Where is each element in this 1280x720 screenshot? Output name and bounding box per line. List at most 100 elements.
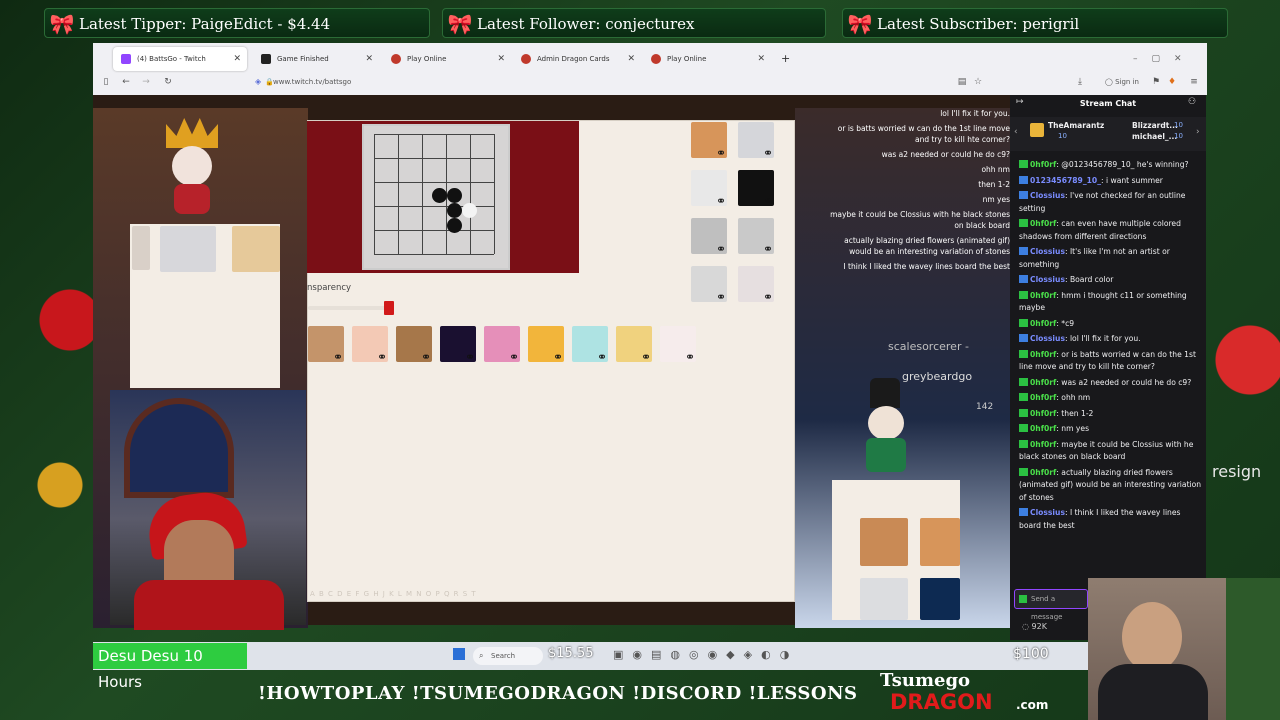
tab-play-online-2[interactable]: Play Online ✕ — [643, 47, 765, 71]
chat-username[interactable]: 0hf0rf — [1030, 350, 1056, 359]
new-tab-button[interactable]: + — [775, 47, 795, 71]
stone-swatch[interactable]: ⚭ — [738, 122, 774, 160]
stone-swatch[interactable]: ⚭ — [691, 122, 727, 160]
download-icon[interactable]: ⤓ — [1073, 73, 1087, 91]
tab-label: Admin Dragon Cards — [537, 55, 610, 63]
link-icon: ⚭ — [715, 290, 726, 304]
chat-username[interactable]: 0hf0rf — [1030, 440, 1056, 449]
texture-swatch[interactable]: ⚭ — [616, 326, 652, 364]
board-gridline — [374, 182, 494, 183]
texture-swatch[interactable]: ⚭ — [572, 326, 608, 364]
chat-username[interactable]: 0hf0rf — [1030, 468, 1056, 477]
link-icon: ⚭ — [332, 350, 343, 364]
link-icon: ⚭ — [596, 350, 607, 364]
chat-username[interactable]: Clossius — [1030, 275, 1065, 284]
chat-text: : ohh nm — [1056, 393, 1091, 402]
texture-swatch[interactable]: ⚭ — [440, 326, 476, 364]
account-icon: ◯ — [1105, 78, 1116, 86]
streamer-webcam — [110, 390, 306, 630]
chat-message: 0hf0rf: was a2 needed or could he do c9? — [1019, 377, 1203, 390]
chat-username[interactable]: Clossius — [1030, 247, 1065, 256]
sign-in-button[interactable]: ◯ Sign in — [1097, 73, 1147, 91]
taskbar-apps[interactable]: ▣◉▤◍◎◉◆◈◐◑ — [613, 648, 853, 662]
forward-icon[interactable]: → — [139, 73, 153, 91]
chat-message-list: 0hf0rf: @0123456789_10_ he's winning? 012… — [1019, 159, 1203, 535]
bookmark-star-icon[interactable]: ☆ — [971, 73, 985, 91]
board-gridline — [374, 134, 494, 135]
window-controls[interactable]: –▢✕ — [1133, 47, 1203, 71]
taskbar-search[interactable]: ⌕ Search — [473, 647, 543, 665]
reader-icon[interactable]: ▤ — [955, 73, 969, 91]
back-icon[interactable]: ← — [119, 73, 133, 91]
extensions-icon[interactable]: ⚑ — [1149, 73, 1163, 91]
chat-username[interactable]: Clossius — [1030, 334, 1065, 343]
link-icon: ⚭ — [762, 290, 773, 304]
chat-username[interactable]: 0hf0rf — [1030, 393, 1056, 402]
tab-admin-dragon-cards[interactable]: Admin Dragon Cards ✕ — [513, 47, 635, 71]
chat-message: Clossius: I've not checked for an outlin… — [1019, 190, 1203, 215]
chat-username[interactable]: 0hf0rf — [1030, 219, 1056, 228]
stone-swatch[interactable]: ⚭ — [691, 266, 727, 304]
overlay-chat-line: nm yes — [982, 195, 1010, 204]
link-icon: ⚭ — [464, 350, 475, 364]
board-gridline — [494, 134, 495, 254]
chat-username[interactable]: 0123456789_10_ — [1030, 176, 1101, 185]
tab-battsgo-twitch[interactable]: (4) BattsGo - Twitch ✕ — [113, 47, 247, 71]
users-icon[interactable]: ⚇ — [1188, 97, 1196, 107]
resign-label: resign — [1212, 462, 1262, 481]
chat-username[interactable]: 0hf0rf — [1030, 409, 1056, 418]
bow-icon: 🎀 — [447, 12, 473, 36]
chat-input[interactable]: Send a message — [1014, 589, 1088, 621]
stone-swatch[interactable]: ⚭ — [691, 218, 727, 256]
stone-swatch[interactable]: ⚭ — [738, 170, 774, 208]
chevron-right-icon[interactable]: › — [1196, 127, 1200, 137]
chat-message: Clossius: lol I'll fix it for you. — [1019, 333, 1203, 346]
tab-game-finished[interactable]: Game Finished ✕ — [253, 47, 373, 71]
stone-swatch[interactable]: ⚭ — [691, 170, 727, 208]
tab-play-online[interactable]: Play Online ✕ — [383, 47, 505, 71]
overlay-chat-line: maybe it could be Clossius with he black… — [830, 210, 1010, 230]
chevron-left-icon[interactable]: ‹ — [1014, 127, 1018, 137]
chat-badge-icon — [1019, 160, 1028, 168]
chat-message: 0hf0rf: ohh nm — [1019, 392, 1203, 405]
top-gifters-bar: ‹ TheAmarantz 10 Blizzardt... 10 michael… — [1010, 117, 1206, 151]
sidebar-icon[interactable]: ▯ — [99, 73, 113, 91]
texture-swatch[interactable]: ⚭ — [484, 326, 520, 364]
texture-swatch[interactable]: ⚭ — [660, 326, 696, 364]
chat-input-placeholder: Send a message — [1031, 595, 1063, 621]
black-stone — [447, 218, 462, 233]
menu-icon[interactable]: ≡ — [1187, 73, 1201, 91]
chat-username[interactable]: 0hf0rf — [1030, 160, 1056, 169]
close-icon[interactable]: ✕ — [497, 47, 505, 71]
chat-username[interactable]: Clossius — [1030, 191, 1065, 200]
transparency-slider-track[interactable] — [308, 306, 388, 310]
sign-in-label: Sign in — [1115, 78, 1139, 86]
stone-swatch[interactable]: ⚭ — [738, 266, 774, 304]
texture-swatch[interactable]: ⚭ — [396, 326, 432, 364]
tab-label: Game Finished — [277, 55, 329, 63]
chat-username[interactable]: Clossius — [1030, 508, 1065, 517]
texture-swatch[interactable]: ⚭ — [308, 326, 344, 364]
goal-bar: Desu Desu 10 Hours — [93, 643, 247, 691]
close-icon[interactable]: ✕ — [233, 47, 241, 71]
reload-icon[interactable]: ↻ — [161, 73, 175, 91]
latest-subscriber-alert: 🎀 Latest Subscriber: perigril — [842, 8, 1228, 38]
overlay-chat-line: then 1-2 — [978, 180, 1010, 189]
chat-username[interactable]: 0hf0rf — [1030, 424, 1056, 433]
chat-username[interactable]: 0hf0rf — [1030, 291, 1056, 300]
guest-webcam — [1088, 578, 1280, 720]
latest-subscriber-text: Latest Subscriber: perigril — [877, 15, 1080, 33]
transparency-slider-handle[interactable] — [384, 301, 394, 315]
texture-swatch[interactable]: ⚭ — [352, 326, 388, 364]
windows-start-icon[interactable] — [453, 648, 465, 660]
close-icon[interactable]: ✕ — [757, 47, 765, 71]
chat-username[interactable]: 0hf0rf — [1030, 319, 1056, 328]
board-gridline — [374, 230, 494, 231]
stone-swatch[interactable]: ⚭ — [738, 218, 774, 256]
texture-swatch[interactable]: ⚭ — [528, 326, 564, 364]
close-icon[interactable]: ✕ — [365, 47, 373, 71]
chat-username[interactable]: 0hf0rf — [1030, 378, 1056, 387]
extension-flame-icon[interactable]: ♦ — [1165, 73, 1179, 91]
address-bar[interactable]: ◈ 🔒 www.twitch.tv/battsgo — [253, 73, 973, 91]
close-icon[interactable]: ✕ — [627, 47, 635, 71]
